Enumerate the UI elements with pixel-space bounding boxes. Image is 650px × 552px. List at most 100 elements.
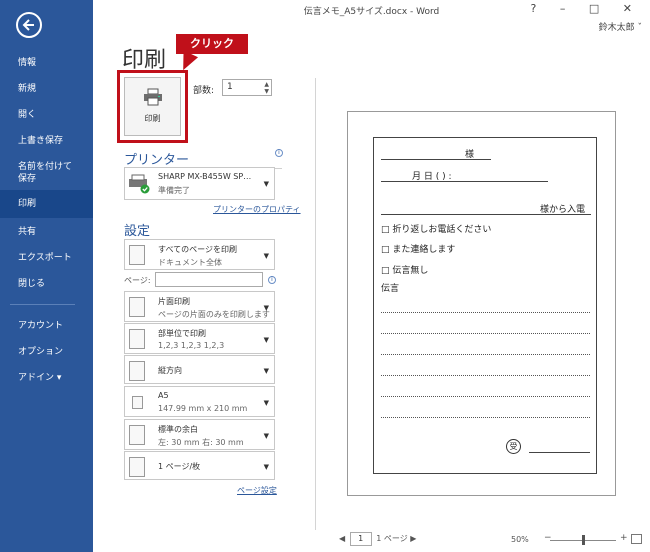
message-label: 伝言	[381, 284, 400, 294]
setting-line1: 1 ページ/枚	[158, 462, 201, 471]
zoom-slider-thumb[interactable]	[582, 535, 585, 545]
printer-ready-icon	[129, 174, 150, 194]
printer-dropdown[interactable]: SHARP MX-B455W SP… 準備完了 ▼	[124, 167, 275, 200]
zoom-in-icon[interactable]: +	[620, 533, 628, 543]
option-callback: □ 折り返しお電話ください	[381, 225, 492, 235]
chevron-down-icon: ▼	[263, 251, 269, 260]
divider	[315, 78, 316, 530]
paper-size-dropdown[interactable]: A5 147.99 mm x 210 mm ▼	[124, 386, 275, 417]
copies-label: 部数:	[193, 86, 215, 96]
setting-line2: ドキュメント全体	[158, 258, 222, 267]
page-setup-link[interactable]: ページ設定	[237, 485, 277, 496]
next-page-icon[interactable]: ▶	[410, 534, 416, 543]
sides-dropdown[interactable]: 片面印刷 ページの片面のみを印刷します ▼	[124, 291, 275, 322]
window-controls[interactable]: ? – □ ✕	[531, 2, 642, 15]
caller-line	[381, 214, 591, 215]
sidebar-item-info[interactable]: 情報	[0, 57, 93, 69]
name-line	[381, 159, 491, 160]
sidebar-item-open[interactable]: 開く	[0, 109, 93, 121]
pages-per-sheet-icon	[129, 457, 145, 477]
setting-line2: 147.99 mm x 210 mm	[158, 404, 248, 413]
sidebar-item-options[interactable]: オプション	[0, 346, 93, 358]
message-line	[381, 333, 590, 334]
current-page-input[interactable]: 1	[349, 532, 372, 546]
info-icon[interactable]: i	[275, 149, 283, 157]
zoom-out-icon[interactable]: −	[544, 533, 552, 543]
printer-icon	[143, 88, 162, 106]
received-stamp-icon: 受	[506, 439, 521, 454]
message-line	[381, 375, 590, 376]
page-navigator: ◀ 1 1 ページ ▶	[339, 532, 416, 546]
chevron-down-icon: ▼	[263, 366, 269, 375]
info-icon[interactable]: i	[268, 276, 276, 284]
zoom-level[interactable]: 50%	[511, 535, 529, 544]
option-will-call: □ また連絡します	[381, 245, 456, 255]
print-range-dropdown[interactable]: すべてのページを印刷 ドキュメント全体 ▼	[124, 239, 275, 270]
memo-form: 様 月 日 ( ) : 様から入電 □ 折り返しお電話ください □ また連絡しま…	[373, 137, 597, 474]
back-arrow-icon	[22, 19, 34, 31]
setting-line2: 左: 30 mm 右: 30 mm	[158, 438, 244, 447]
chevron-down-icon: ▼	[263, 462, 269, 471]
paper-icon	[132, 396, 143, 409]
sidebar-item-addins[interactable]: アドイン ▾	[0, 372, 93, 384]
setting-line1: 片面印刷	[158, 297, 190, 306]
addressee-text: 様	[465, 150, 475, 160]
pages-label: ページ:	[124, 276, 151, 285]
chevron-down-icon: ▼	[263, 335, 269, 344]
total-pages: 1 ページ	[376, 534, 408, 543]
chevron-down-icon: ▼	[263, 180, 269, 189]
printer-status: 準備完了	[158, 186, 190, 195]
sidebar-item-save[interactable]: 上書き保存	[0, 135, 93, 147]
sidebar-divider	[10, 304, 75, 305]
back-button[interactable]	[16, 12, 42, 38]
chevron-down-icon: ▼	[263, 431, 269, 440]
margins-icon	[129, 425, 145, 445]
chevron-down-icon: ▼	[263, 303, 269, 312]
pages-per-sheet-dropdown[interactable]: 1 ページ/枚 ▼	[124, 451, 275, 480]
signature-line	[529, 452, 590, 453]
sidebar-item-close[interactable]: 閉じる	[0, 278, 93, 290]
copies-value: 1	[227, 82, 233, 92]
print-button-label: 印刷	[144, 114, 161, 123]
spin-arrows-icon[interactable]: ▲ ▼	[264, 81, 269, 95]
message-line	[381, 354, 590, 355]
message-line	[381, 396, 590, 397]
margins-dropdown[interactable]: 標準の余白 左: 30 mm 右: 30 mm ▼	[124, 419, 275, 450]
setting-line2: 1,2,3 1,2,3 1,2,3	[158, 341, 225, 350]
setting-line1: A5	[158, 391, 169, 400]
printer-properties-link[interactable]: プリンターのプロパティ	[213, 204, 301, 215]
sidebar-item-save-as[interactable]: 名前を付けて 保存	[0, 161, 93, 187]
printer-section-heading: プリンター	[124, 149, 282, 169]
portrait-icon	[129, 361, 145, 381]
user-account[interactable]: 鈴木太郎 ˇ	[599, 20, 642, 33]
sidebar-item-share[interactable]: 共有	[0, 226, 93, 238]
print-preview-page: 様 月 日 ( ) : 様から入電 □ 折り返しお電話ください □ また連絡しま…	[347, 111, 616, 496]
print-button-highlight: 印刷	[117, 70, 188, 143]
backstage-sidebar: 情報 新規 開く 上書き保存 名前を付けて 保存 印刷 共有 エクスポート 閉じ…	[0, 0, 93, 552]
collate-dropdown[interactable]: 部単位で印刷 1,2,3 1,2,3 1,2,3 ▼	[124, 323, 275, 354]
prev-page-icon[interactable]: ◀	[339, 534, 345, 543]
orientation-dropdown[interactable]: 縦方向 ▼	[124, 355, 275, 384]
setting-line2: ページの片面のみを印刷します	[158, 310, 270, 319]
pages-input[interactable]	[155, 272, 263, 287]
copies-stepper[interactable]: 1 ▲ ▼	[222, 79, 272, 96]
setting-line1: 縦方向	[158, 366, 182, 375]
option-no-message: □ 伝言無し	[381, 266, 429, 276]
sidebar-item-account[interactable]: アカウント	[0, 320, 93, 332]
settings-section-heading: 設定	[124, 220, 274, 240]
setting-line1: すべてのページを印刷	[158, 245, 237, 254]
date-line	[381, 181, 548, 182]
sidebar-item-new[interactable]: 新規	[0, 83, 93, 95]
chevron-down-icon: ▼	[263, 398, 269, 407]
collate-icon	[129, 329, 145, 349]
message-line	[381, 312, 590, 313]
printer-name: SHARP MX-B455W SP…	[158, 172, 252, 181]
print-button[interactable]: 印刷	[124, 77, 181, 136]
setting-line1: 標準の余白	[158, 425, 198, 434]
fit-page-icon[interactable]	[631, 534, 642, 544]
setting-line1: 部単位で印刷	[158, 329, 206, 338]
sidebar-item-export[interactable]: エクスポート	[0, 252, 93, 264]
click-callout: クリック	[176, 34, 248, 54]
sidebar-item-print[interactable]: 印刷	[0, 190, 93, 218]
pages-icon	[129, 245, 145, 265]
